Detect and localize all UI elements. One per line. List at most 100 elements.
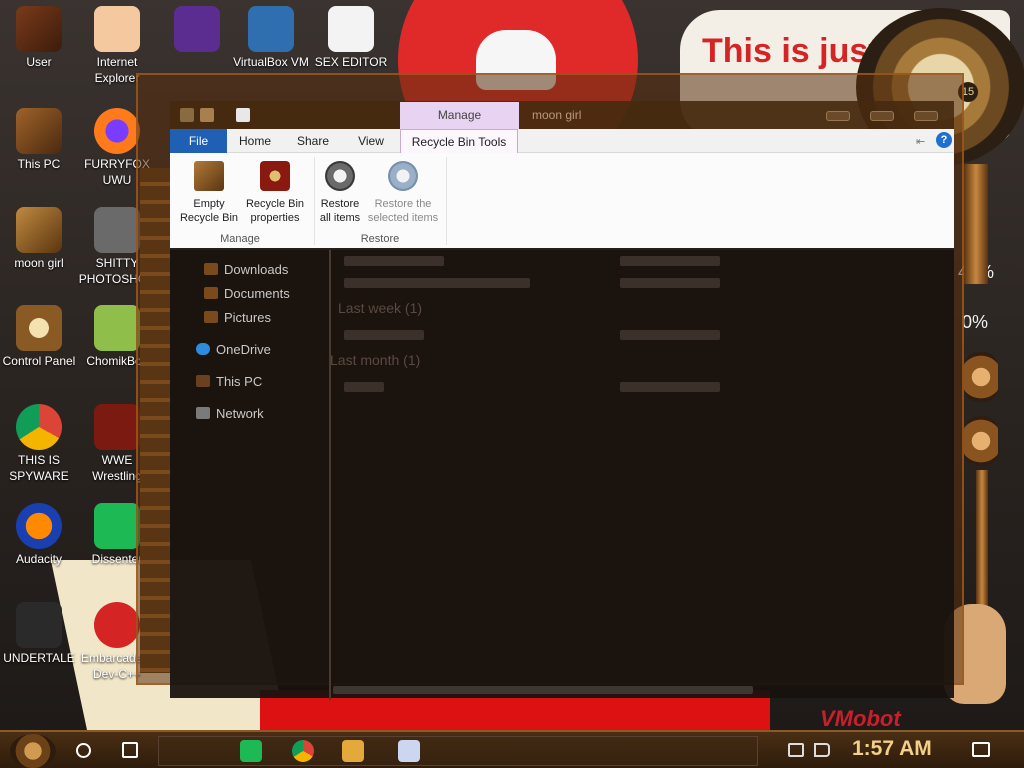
desktop-icon-undertale[interactable]: UNDERTALE — [0, 602, 78, 666]
tab-share[interactable]: Share — [283, 129, 343, 153]
tab-file[interactable]: File — [170, 129, 227, 153]
onedrive-icon — [196, 343, 210, 355]
computer-icon — [196, 375, 210, 387]
restore-selected-gear-icon — [388, 161, 418, 191]
horizontal-scrollbar[interactable] — [333, 686, 753, 694]
wallpaper-gauge — [964, 352, 998, 402]
tab-recycle-bin-tools[interactable]: Recycle Bin Tools — [400, 129, 518, 153]
close-button[interactable] — [914, 111, 938, 121]
desktop-icon-visual-studio[interactable] — [158, 6, 236, 54]
taskbar-app-chrome[interactable] — [292, 740, 314, 762]
nav-pane-divider[interactable] — [329, 250, 331, 700]
empty-recycle-bin-button[interactable]: Empty Recycle Bin — [176, 159, 242, 225]
desktop-icon-moon-girl[interactable]: moon girl — [0, 207, 78, 271]
restore-gear-icon — [325, 161, 355, 191]
devcpp-icon — [94, 602, 140, 648]
ribbon-separator — [314, 157, 315, 245]
restore-all-items-button[interactable]: Restore all items — [316, 159, 364, 225]
wallpaper-gauge — [964, 416, 998, 466]
network-status-icon[interactable] — [788, 743, 804, 757]
hxd-icon — [328, 6, 374, 52]
wallpaper-banner-text: This is just — [702, 32, 880, 70]
list-item-date — [620, 256, 720, 266]
properties-icon — [260, 161, 290, 191]
desktop-icon-virtualbox[interactable]: VirtualBox VM — [232, 6, 310, 70]
volume-muted-icon[interactable] — [814, 743, 830, 757]
audacity-icon — [16, 503, 62, 549]
desktop-icon-chrome[interactable]: THIS IS SPYWARE — [0, 404, 78, 484]
taskbar-app-dissenter[interactable] — [240, 740, 262, 762]
quick-access-new-folder-icon[interactable] — [200, 108, 214, 122]
quick-access-undo-icon[interactable] — [236, 108, 250, 122]
desktop-icon-user[interactable]: User — [0, 6, 78, 70]
recycle-bin-properties-button[interactable]: Recycle Bin properties — [242, 159, 308, 225]
list-item-date — [620, 330, 720, 340]
wwe-icon — [94, 404, 140, 450]
ribbon-group-restore: Restore — [360, 233, 400, 245]
notification-center-icon[interactable] — [972, 742, 990, 757]
task-view-icon[interactable] — [122, 742, 138, 758]
nav-item-downloads[interactable]: Downloads — [204, 262, 288, 277]
nav-item-onedrive[interactable]: OneDrive — [196, 342, 271, 357]
folder-icon — [16, 207, 62, 253]
desktop-icon-audacity[interactable]: Audacity — [0, 503, 78, 567]
desktop-icon-control-panel[interactable]: Control Panel — [0, 305, 78, 369]
explorer-content-area — [170, 248, 954, 698]
virtualbox-icon — [248, 6, 294, 52]
wallpaper-vmobot-text: VMobot — [820, 706, 901, 730]
wallpaper-pipe — [964, 164, 988, 284]
start-button[interactable] — [10, 734, 56, 768]
help-icon[interactable]: ? — [936, 132, 952, 148]
ribbon-body: Empty Recycle Bin Recycle Bin properties… — [170, 153, 954, 250]
nav-item-network[interactable]: Network — [196, 406, 264, 421]
list-item[interactable] — [344, 330, 424, 340]
downloads-icon — [204, 263, 218, 275]
window-title: moon girl — [532, 108, 582, 122]
taskbar-app-file-explorer[interactable] — [342, 740, 364, 762]
documents-icon — [204, 287, 218, 299]
ribbon-separator — [446, 157, 447, 245]
taskbar: 1:57 AM — [0, 730, 1024, 768]
cartoon-face-icon — [94, 6, 140, 52]
list-item[interactable] — [344, 278, 530, 288]
list-item[interactable] — [344, 382, 384, 392]
window-titlebar[interactable]: moon girl — [170, 101, 954, 130]
computer-icon — [16, 108, 62, 154]
chrome-icon — [16, 404, 62, 450]
recycle-bin-icon — [194, 161, 224, 191]
ribbon-group-manage: Manage — [220, 233, 260, 245]
maximize-button[interactable] — [870, 111, 894, 121]
ribbon-tab-bar: File Home Share View Recycle Bin Tools ⇤… — [170, 129, 954, 153]
lightbulb-icon — [16, 305, 62, 351]
ribbon-collapse-icon[interactable]: ⇤ — [916, 135, 925, 148]
list-item-date — [620, 278, 720, 288]
unity-icon — [16, 602, 62, 648]
desktop-icon-sex-editor[interactable]: SEX EDITOR — [312, 6, 390, 70]
minimize-button[interactable] — [826, 111, 850, 121]
tab-view[interactable]: View — [343, 129, 399, 153]
nav-item-pictures[interactable]: Pictures — [204, 310, 271, 325]
dissenter-icon — [94, 503, 140, 549]
taskbar-app-unity[interactable] — [398, 740, 420, 762]
restore-selected-items-button[interactable]: Restore the selected items — [366, 159, 440, 225]
desktop-icon-this-pc[interactable]: This PC — [0, 108, 78, 172]
nav-item-documents[interactable]: Documents — [204, 286, 290, 301]
group-header-last-week[interactable]: Last week (1) — [338, 300, 422, 316]
quick-access-properties-icon[interactable] — [180, 108, 194, 122]
wallpaper-gauge-percent-2: 0% — [962, 312, 989, 332]
nav-item-this-pc[interactable]: This PC — [196, 374, 262, 389]
chomikbox-icon — [94, 305, 140, 351]
gimp-icon — [94, 207, 140, 253]
firefox-icon — [94, 108, 140, 154]
list-item[interactable] — [344, 256, 444, 266]
group-header-last-month[interactable]: Last month (1) — [330, 352, 420, 368]
manage-context-tab[interactable]: Manage — [400, 102, 519, 129]
visual-studio-icon — [174, 6, 220, 52]
network-icon — [196, 407, 210, 419]
taskbar-clock[interactable]: 1:57 AM — [852, 737, 932, 761]
tab-home[interactable]: Home — [227, 129, 283, 153]
pictures-icon — [204, 311, 218, 323]
cortana-icon[interactable] — [76, 743, 91, 758]
list-item-date — [620, 382, 720, 392]
user-icon — [16, 6, 62, 52]
